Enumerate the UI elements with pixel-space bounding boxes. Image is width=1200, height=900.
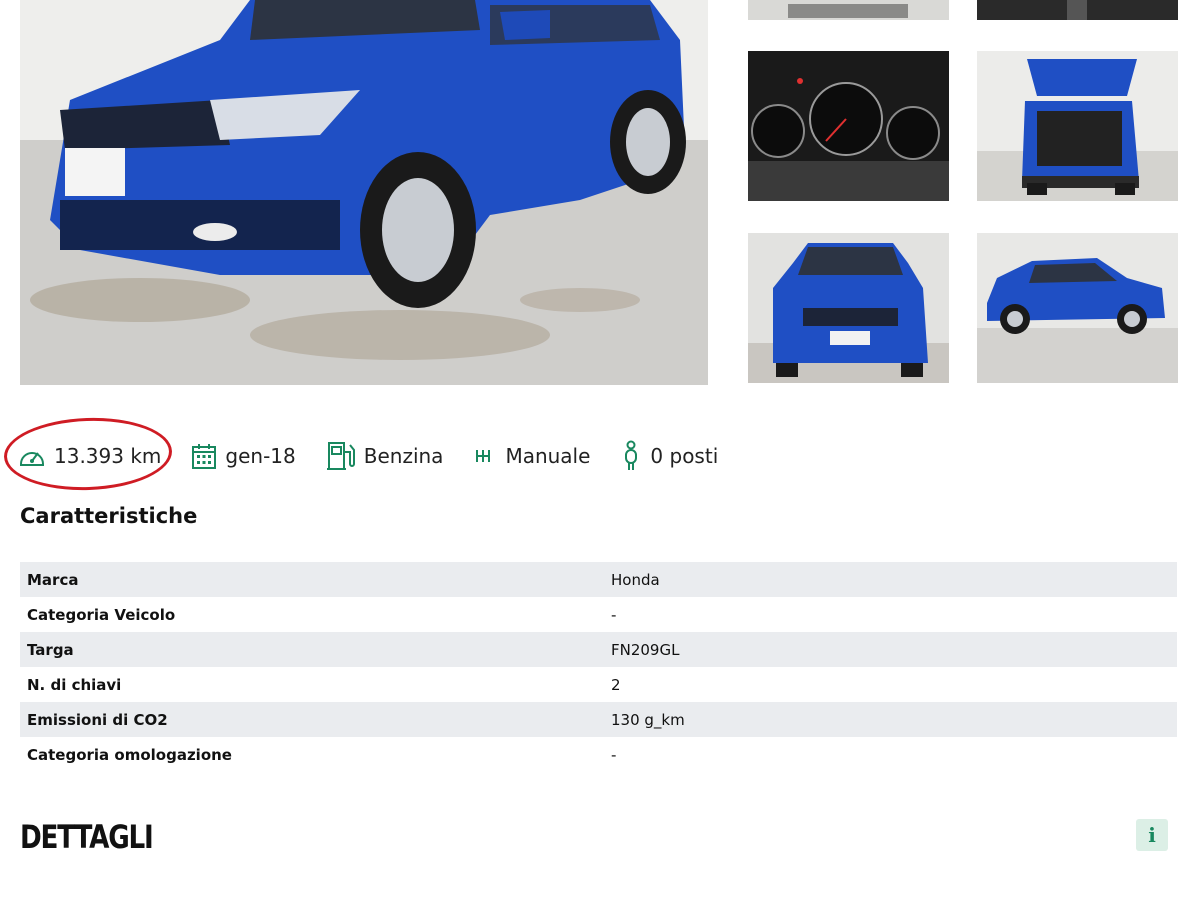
spec-transmission: Manuale <box>473 444 590 468</box>
transmission-value: Manuale <box>505 444 591 468</box>
row-value: - <box>611 605 617 624</box>
spec-seats: 0 posti <box>620 440 718 472</box>
thumbnail-side[interactable] <box>977 233 1178 383</box>
row-label: Emissioni di CO2 <box>20 702 604 737</box>
thumbnail-front[interactable] <box>748 233 949 383</box>
row-label: Targa <box>20 632 604 667</box>
spec-registration: gen-18 <box>191 442 296 470</box>
row-value: - <box>611 745 617 764</box>
table-row: Marca Honda <box>20 562 1177 597</box>
main-car-photo[interactable] <box>20 0 708 385</box>
seats-value: 0 posti <box>650 444 719 468</box>
fuel-value: Benzina <box>363 444 444 468</box>
row-label: N. di chiavi <box>27 675 122 694</box>
row-value: 2 <box>611 675 621 694</box>
row-label: Marca <box>20 562 604 597</box>
gearbox-icon <box>473 446 497 466</box>
info-button[interactable]: i <box>1136 819 1168 851</box>
calendar-icon <box>191 442 217 470</box>
table-row: Categoria Veicolo - <box>20 597 1177 632</box>
fuel-pump-icon <box>326 440 356 472</box>
characteristics-table: Marca Honda Categoria Veicolo - Targa FN… <box>20 562 1177 772</box>
row-label: Categoria Veicolo <box>27 605 176 624</box>
mileage-highlight-circle <box>2 415 174 493</box>
row-label: Categoria omologazione <box>27 745 232 764</box>
thumbnail-interior[interactable] <box>748 0 949 20</box>
row-value: 130 g_km <box>604 702 1177 737</box>
thumbnail-dashboard[interactable] <box>748 51 949 201</box>
thumbnail-trunk[interactable] <box>977 51 1178 201</box>
row-value: FN209GL <box>604 632 1177 667</box>
details-title: DETTAGLI <box>20 818 154 856</box>
person-icon <box>620 440 642 472</box>
table-row: Categoria omologazione - <box>20 737 1177 772</box>
characteristics-title: Caratteristiche <box>20 504 198 528</box>
info-icon: i <box>1148 823 1156 847</box>
thumbnail-seats[interactable] <box>977 0 1178 20</box>
registration-value: gen-18 <box>225 444 296 468</box>
table-row: N. di chiavi 2 <box>20 667 1177 702</box>
spec-fuel: Benzina <box>326 440 444 472</box>
table-row: Targa FN209GL <box>20 632 1177 667</box>
row-value: Honda <box>604 562 1177 597</box>
table-row: Emissioni di CO2 130 g_km <box>20 702 1177 737</box>
